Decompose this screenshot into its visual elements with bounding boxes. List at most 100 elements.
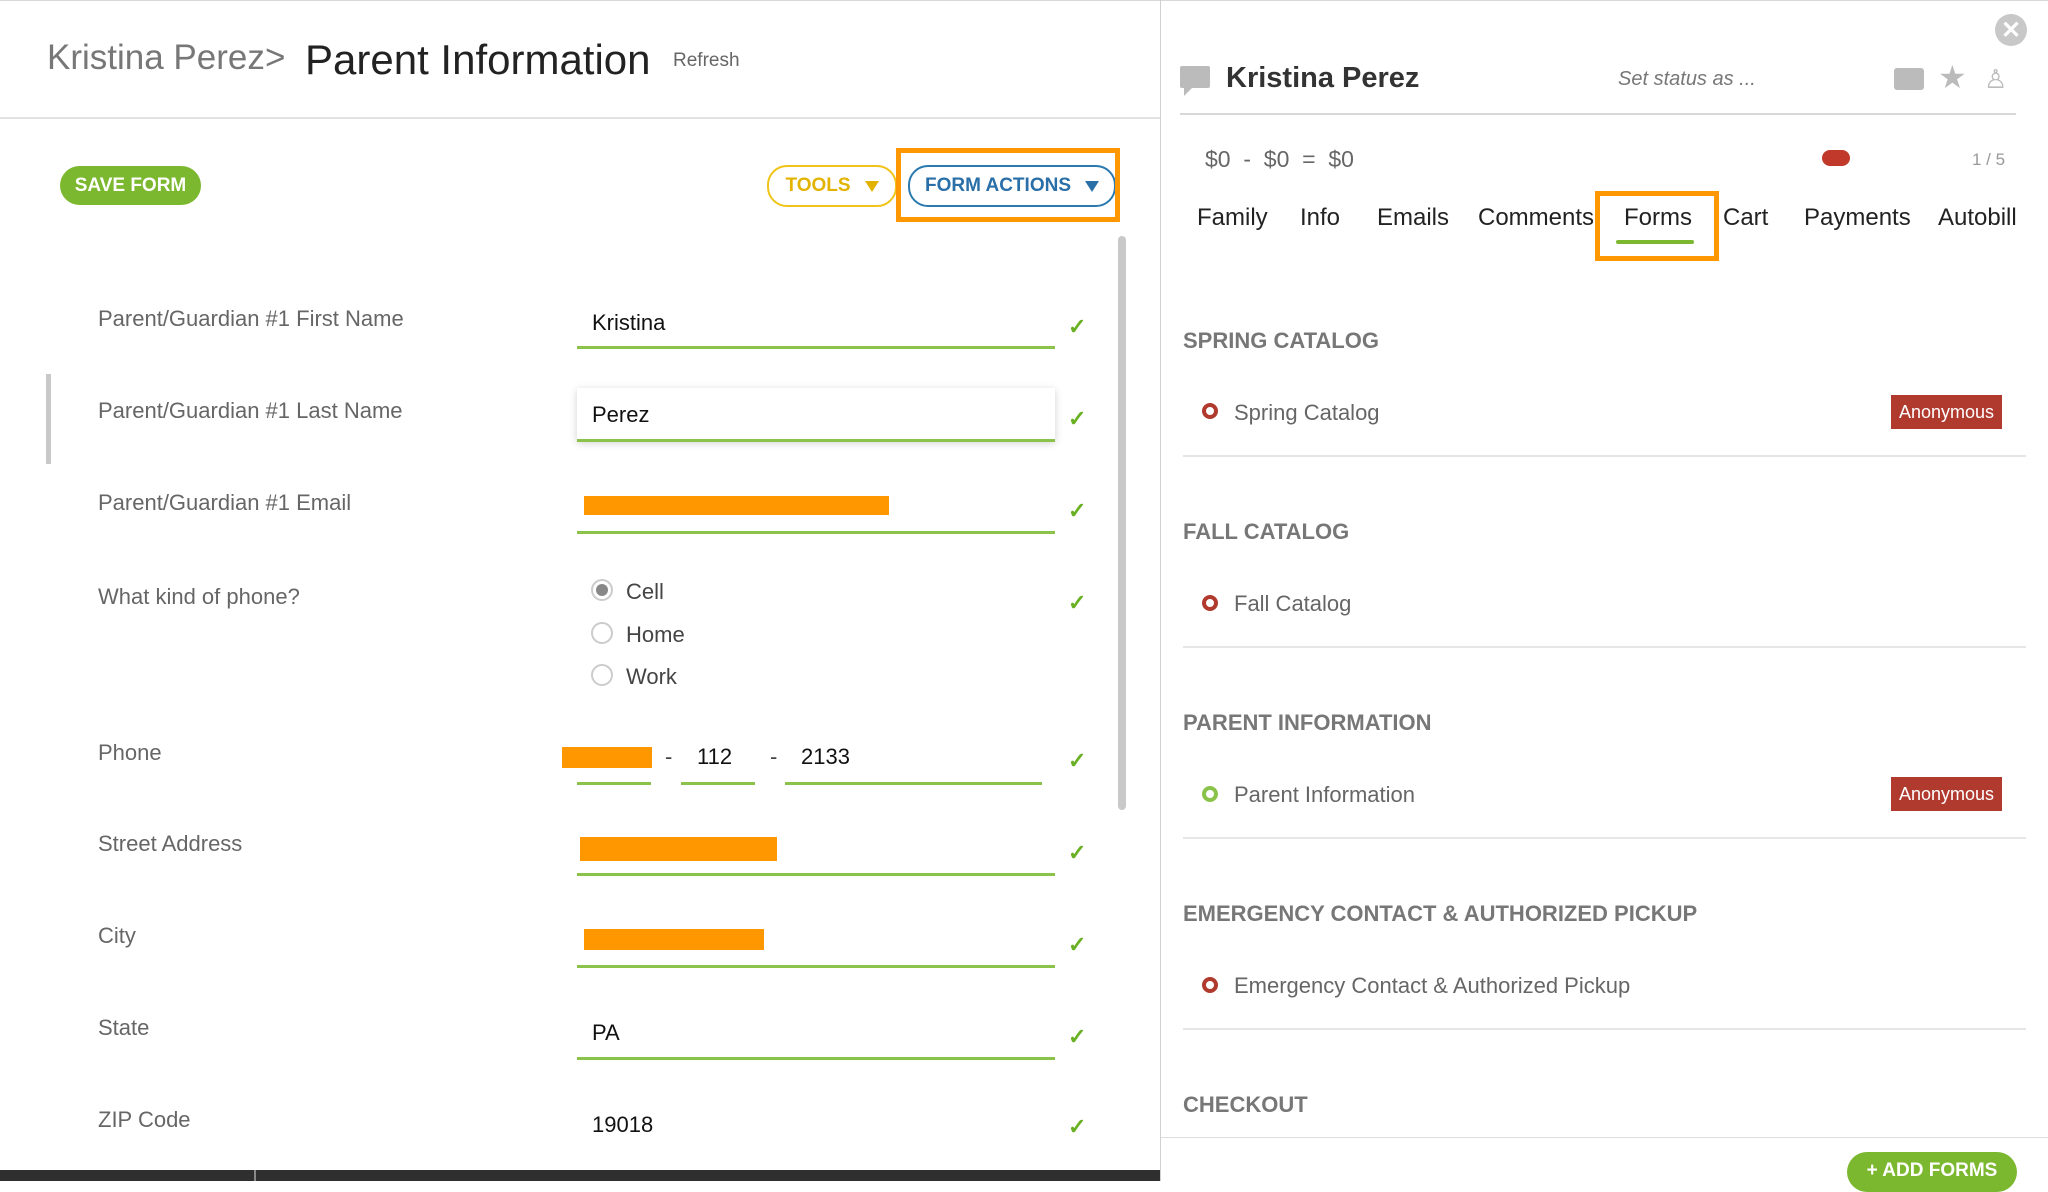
- zip-check-icon: ✓: [1068, 1114, 1087, 1139]
- email-label: Parent/Guardian #1 Email: [98, 490, 352, 515]
- status-dot-emergency: [1202, 977, 1218, 993]
- street-check-icon: ✓: [1068, 840, 1087, 865]
- add-forms-button[interactable]: + ADD FORMS: [1847, 1152, 2017, 1192]
- last-name-label: Parent/Guardian #1 Last Name: [98, 398, 403, 423]
- status-dot-fall: [1202, 595, 1218, 611]
- city-redaction: [584, 929, 764, 950]
- phone-dash-2: -: [770, 744, 778, 769]
- save-form-button[interactable]: SAVE FORM: [60, 166, 201, 205]
- form-item-spring[interactable]: Spring Catalog: [1234, 400, 1380, 426]
- section-title-spring: SPRING CATALOG: [1183, 328, 1379, 353]
- street-redaction: [580, 837, 777, 861]
- phone-prefix-value[interactable]: 112: [697, 744, 732, 770]
- first-name-check-icon: ✓: [1068, 314, 1087, 339]
- radio-work[interactable]: [591, 664, 613, 686]
- status-pill: [1822, 150, 1850, 166]
- phone-label: Phone: [98, 740, 162, 765]
- balance-summary: $0 - $0 = $0: [1205, 146, 1354, 172]
- phone-line-value[interactable]: 2133: [801, 744, 850, 770]
- star-icon[interactable]: ★: [1938, 58, 1967, 96]
- tools-button[interactable]: TOOLS: [767, 165, 897, 207]
- radio-home-label[interactable]: Home: [626, 622, 685, 648]
- form-scrollbar[interactable]: [1118, 236, 1126, 810]
- zip-value[interactable]: 19018: [592, 1112, 653, 1138]
- status-dot-spring: [1202, 403, 1218, 419]
- email-field[interactable]: [577, 531, 1055, 534]
- phone-area-field[interactable]: [577, 782, 651, 785]
- phone-prefix-field[interactable]: [681, 782, 755, 785]
- phone-check-icon: ✓: [1068, 748, 1087, 773]
- bottom-bar-divider: [254, 1170, 256, 1181]
- save-form-label: SAVE FORM: [74, 174, 187, 196]
- tab-comments[interactable]: Comments: [1478, 204, 1594, 232]
- add-forms-label: + ADD FORMS: [1866, 1160, 1998, 1181]
- tab-emails[interactable]: Emails: [1377, 204, 1449, 232]
- state-label: State: [98, 1015, 150, 1040]
- badge-parent-info: Anonymous: [1891, 777, 2002, 811]
- zip-label: ZIP Code: [98, 1107, 191, 1132]
- last-name-field[interactable]: [577, 439, 1055, 442]
- email-check-icon: ✓: [1068, 498, 1087, 523]
- row-divider: [1183, 1028, 2026, 1030]
- row-divider: [1183, 646, 2026, 648]
- phone-kind-label: What kind of phone?: [98, 584, 300, 609]
- status-dot-parent-info: [1202, 786, 1218, 802]
- top-border: [0, 0, 2048, 1]
- city-check-icon: ✓: [1068, 932, 1087, 957]
- tools-label: TOOLS: [785, 175, 851, 196]
- badge-spring: Anonymous: [1891, 395, 2002, 429]
- tab-autobill[interactable]: Autobill: [1938, 204, 2017, 232]
- header-divider: [0, 117, 1160, 119]
- focused-row-indicator: [46, 374, 51, 464]
- section-title-fall: FALL CATALOG: [1183, 519, 1350, 544]
- tag-icon[interactable]: [1894, 68, 1924, 90]
- phone-line-field[interactable]: [785, 782, 1042, 785]
- phone-kind-check-icon: ✓: [1068, 590, 1087, 615]
- state-check-icon: ✓: [1068, 1024, 1087, 1049]
- chat-icon[interactable]: [1180, 66, 1210, 96]
- tab-cart[interactable]: Cart: [1723, 204, 1768, 232]
- pager-count: 1 / 5: [1972, 150, 2006, 169]
- close-icon[interactable]: ✕: [1995, 14, 2027, 46]
- phone-area-redaction: [562, 747, 652, 768]
- city-label: City: [98, 923, 136, 948]
- bottom-bar: [0, 1170, 1160, 1181]
- form-actions-highlight: [896, 148, 1120, 222]
- radio-work-label[interactable]: Work: [626, 664, 677, 690]
- radio-cell-label[interactable]: Cell: [626, 579, 664, 605]
- state-field[interactable]: [577, 1057, 1055, 1060]
- row-divider: [1183, 455, 2026, 457]
- last-name-value[interactable]: Perez: [592, 402, 649, 428]
- radio-home[interactable]: [591, 622, 613, 644]
- person-icon[interactable]: ♙: [1984, 64, 2007, 95]
- email-redaction: [584, 496, 889, 515]
- form-item-parent-info[interactable]: Parent Information: [1234, 782, 1415, 808]
- street-label: Street Address: [98, 831, 243, 856]
- refresh-link[interactable]: Refresh: [673, 50, 740, 72]
- tools-caret-icon: [864, 180, 879, 192]
- row-divider: [1183, 837, 2026, 839]
- first-name-value[interactable]: Kristina: [592, 310, 665, 336]
- section-title-checkout: CHECKOUT: [1183, 1092, 1308, 1117]
- last-name-check-icon: ✓: [1068, 406, 1087, 431]
- breadcrumb-parent[interactable]: Kristina Perez: [47, 38, 265, 78]
- tab-forms-highlight: [1595, 191, 1719, 261]
- section-title-emergency: EMERGENCY CONTACT & AUTHORIZED PICKUP: [1183, 901, 1698, 926]
- radio-cell[interactable]: [591, 579, 613, 601]
- tab-payments[interactable]: Payments: [1804, 204, 1911, 232]
- first-name-field[interactable]: [577, 346, 1055, 349]
- tab-info[interactable]: Info: [1300, 204, 1340, 232]
- tab-family[interactable]: Family: [1197, 204, 1268, 232]
- status-input[interactable]: Set status as ...: [1618, 68, 1756, 91]
- breadcrumb-chevron-icon: >: [265, 38, 286, 77]
- state-value[interactable]: PA: [592, 1020, 620, 1046]
- street-field[interactable]: [577, 873, 1055, 876]
- section-title-parent-info: PARENT INFORMATION: [1183, 710, 1432, 735]
- form-item-emergency[interactable]: Emergency Contact & Authorized Pickup: [1234, 973, 1630, 999]
- page-title: Parent Information: [305, 36, 651, 83]
- first-name-label: Parent/Guardian #1 First Name: [98, 306, 404, 331]
- city-field[interactable]: [577, 965, 1055, 968]
- phone-dash-1: -: [665, 744, 673, 769]
- profile-name: Kristina Perez: [1226, 62, 1420, 94]
- form-item-fall[interactable]: Fall Catalog: [1234, 591, 1351, 617]
